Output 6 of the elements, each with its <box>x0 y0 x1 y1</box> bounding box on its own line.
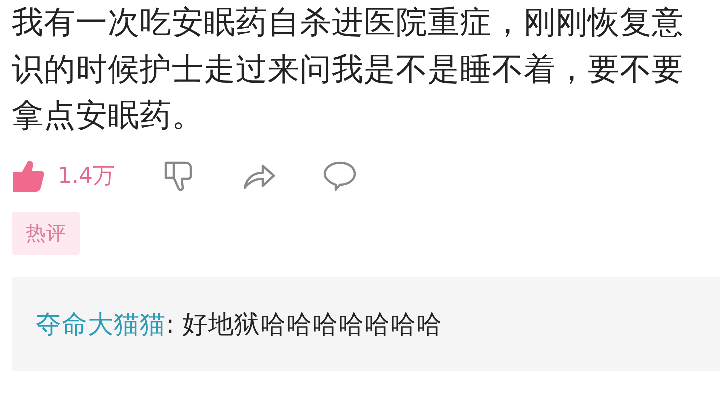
like-count: 1.4万 <box>58 162 115 190</box>
hot-comment-tag: 热评 <box>12 212 80 254</box>
thumbs-up-icon[interactable] <box>12 158 46 192</box>
reply-username[interactable]: 夺命大猫猫 <box>36 306 166 342</box>
reply-text: : 好地狱哈哈哈哈哈哈哈 <box>166 308 443 342</box>
comment-text: 我有一次吃安眠药自杀进医院重症，刚刚恢复意 识的时候护士走过来问我是不是睡不着，要不要 拿点安眠药。 <box>12 4 684 136</box>
